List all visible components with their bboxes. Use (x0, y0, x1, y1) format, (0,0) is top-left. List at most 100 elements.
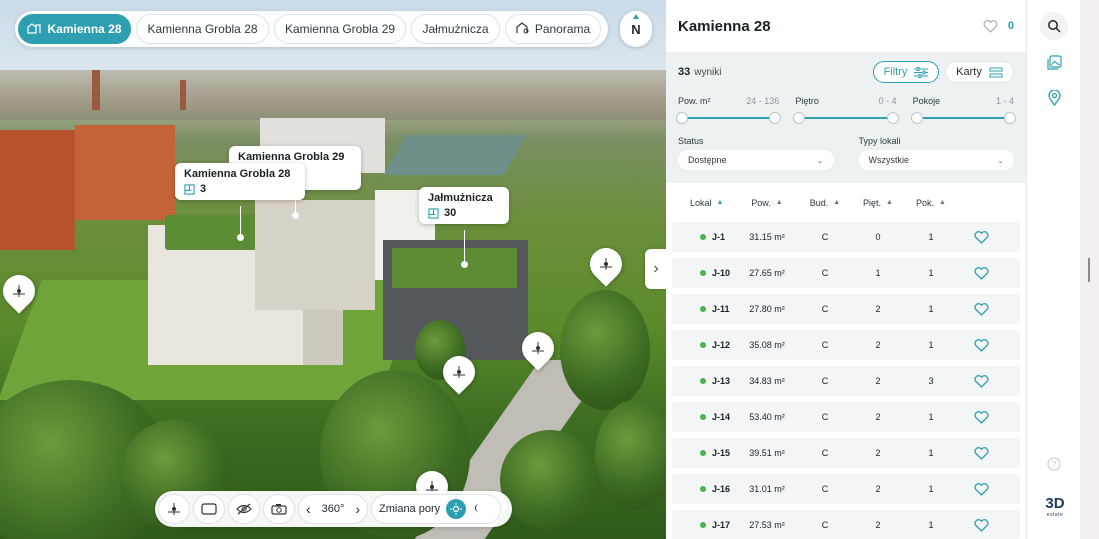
slider-handle-max[interactable] (1003, 112, 1016, 124)
tool-rail: ? 3D estate (1026, 0, 1080, 539)
building-kamienna-grobla-29[interactable] (255, 200, 375, 310)
gallery-icon (1046, 54, 1062, 70)
fullscreen-button[interactable] (193, 494, 225, 524)
drone-viewpoint[interactable] (583, 241, 629, 287)
status-select[interactable]: Dostępne ⌄ (678, 150, 834, 170)
slider-handle-min[interactable] (910, 112, 923, 124)
search-button[interactable] (1040, 12, 1068, 40)
apartments-table: Lokal ▲ Pow. ▲ Bud. ▲ Pięt. ▲ Pok. ▲ J-1 31.15… (666, 183, 1026, 539)
floor-slider[interactable]: Piętro 0 - 4 (793, 96, 899, 124)
location-button[interactable] (1040, 84, 1068, 112)
drone-viewpoint[interactable] (436, 349, 482, 395)
favorite-button[interactable] (956, 302, 1006, 316)
sort-up-icon: ▲ (716, 199, 724, 206)
drone-view-button[interactable] (158, 494, 190, 524)
drone-icon (168, 503, 180, 515)
collapse-panel-button[interactable]: › (645, 249, 667, 289)
cell-lokal: J-12 (672, 340, 734, 350)
resize-handle[interactable] (1088, 258, 1090, 282)
favorite-button[interactable] (956, 338, 1006, 352)
rooms-slider[interactable]: Pokoje 1 - 4 (910, 96, 1016, 124)
hide-labels-button[interactable] (228, 494, 260, 524)
drone-icon (13, 285, 26, 297)
table-row[interactable]: J-11 27.80 m² C 2 1 (672, 294, 1020, 324)
svg-text:?: ? (1052, 460, 1057, 469)
heart-icon (983, 19, 998, 33)
building-label-jalmuznicza[interactable]: Jałmużnicza 30 (419, 187, 509, 224)
unit-id: J-13 (712, 376, 731, 386)
tab-kamienna-grobla-29[interactable]: Kamienna Grobla 29 (274, 14, 406, 44)
unit-type-select[interactable]: Wszystkie ⌄ (858, 150, 1014, 170)
tab-kamienna-grobla-28[interactable]: Kamienna Grobla 28 (136, 14, 269, 44)
favorite-button[interactable] (956, 374, 1006, 388)
slider-handle-min[interactable] (793, 112, 806, 124)
cell-lokal: J-10 (672, 268, 734, 278)
unit-id: J-15 (712, 448, 731, 458)
table-row[interactable]: J-10 27.65 m² C 1 1 (672, 258, 1020, 288)
heart-icon (973, 518, 989, 532)
sort-up-icon: ▲ (939, 199, 946, 206)
cell-floor: 1 (875, 268, 881, 278)
sun-icon[interactable] (446, 499, 467, 519)
cell-area: 39.51 m² (749, 448, 785, 458)
table-row[interactable]: J-15 39.51 m² C 2 1 (672, 438, 1020, 468)
favorite-button[interactable] (956, 446, 1006, 460)
tab-jalmuznicza[interactable]: Jałmużnicza (411, 14, 500, 44)
sort-up-icon: ▲ (775, 199, 783, 206)
heart-icon (973, 338, 989, 352)
rotate-left-icon[interactable]: ‹ (306, 501, 311, 517)
favorite-button[interactable] (956, 482, 1006, 496)
slider-track[interactable] (676, 112, 782, 124)
table-row[interactable]: J-12 35.08 m² C 2 1 (672, 330, 1020, 360)
table-row[interactable]: J-1 31.15 m² C 0 1 (672, 222, 1020, 252)
heart-icon (973, 374, 989, 388)
tab-panorama[interactable]: Panorama (505, 14, 601, 44)
cell-building: C (821, 448, 829, 458)
cell-rooms: 1 (928, 448, 934, 458)
area-slider[interactable]: Pow. m² 24 - 136 (676, 96, 782, 124)
gallery-button[interactable] (1040, 48, 1068, 76)
slider-track[interactable] (793, 112, 899, 124)
building-icon (27, 22, 42, 37)
cards-view-button[interactable]: Karty (945, 61, 1014, 83)
favorite-button[interactable] (956, 266, 1006, 280)
table-row[interactable]: J-14 53.40 m² C 2 1 (672, 402, 1020, 432)
floor-slider-range: 0 - 4 (878, 96, 897, 106)
slider-track[interactable] (910, 112, 1016, 124)
cell-floor: 2 (875, 520, 881, 530)
building-label-kamienna-grobla-28[interactable]: Kamienna Grobla 28 3 (175, 163, 305, 200)
column-header-pietro[interactable]: Pięt. ▲ (850, 198, 906, 208)
table-row[interactable]: J-16 31.01 m² C 2 1 (672, 474, 1020, 504)
sort-up-icon: ▲ (886, 199, 893, 206)
slider-handle-min[interactable] (676, 112, 688, 124)
help-button[interactable]: ? (1040, 450, 1068, 478)
compass-north-button[interactable]: N (620, 11, 652, 47)
favorite-button[interactable] (956, 230, 1006, 244)
filters-button[interactable]: Filtry (873, 61, 939, 83)
rotate-right-icon[interactable]: › (355, 501, 360, 517)
column-header-bud[interactable]: Bud. ▲ (800, 198, 850, 208)
table-row[interactable]: J-13 34.83 m² C 2 3 (672, 366, 1020, 396)
cards-button-label: Karty (956, 66, 982, 78)
cell-area: 31.15 m² (749, 232, 785, 242)
column-header-pokoje[interactable]: Pok. ▲ (906, 198, 956, 208)
availability-dot (700, 234, 706, 240)
table-row[interactable]: J-17 27.53 m² C 2 1 (672, 510, 1020, 539)
cell-building: C (821, 268, 829, 278)
favorite-button[interactable] (956, 518, 1006, 532)
drone-viewpoint[interactable] (515, 325, 561, 371)
3d-scene-view[interactable]: Kamienna Grobla 29 Kamienna Grobla 28 3 … (0, 0, 666, 539)
screenshot-button[interactable] (263, 494, 295, 524)
scene-toolbar: ‹ 360° › Zmiana pory (155, 491, 512, 527)
cell-floor: 2 (875, 412, 881, 422)
moon-icon[interactable] (472, 503, 482, 516)
slider-handle-max[interactable] (886, 112, 899, 124)
column-header-lokal[interactable]: Lokal ▲ (672, 198, 734, 208)
slider-handle-max[interactable] (769, 112, 782, 124)
tab-kamienna-28[interactable]: Kamienna 28 (18, 14, 131, 44)
cell-area: 35.08 m² (749, 340, 785, 350)
favorites-counter[interactable]: 0 (983, 19, 1014, 33)
label-pin-line (464, 230, 465, 262)
column-header-pow[interactable]: Pow. ▲ (734, 198, 800, 208)
favorite-button[interactable] (956, 410, 1006, 424)
